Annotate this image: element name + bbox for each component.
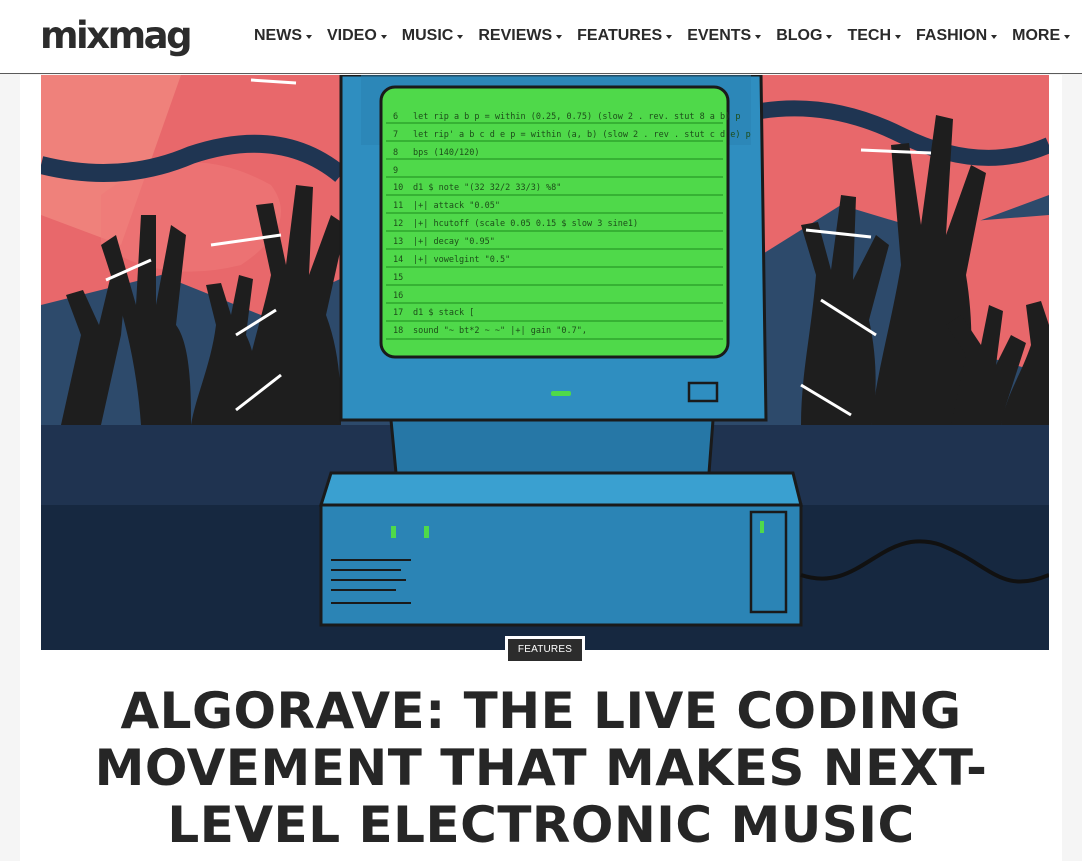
chevron-down-icon: [666, 34, 673, 39]
nav-item-blog[interactable]: BLOG: [776, 26, 833, 46]
screen-line-number: 6: [393, 112, 398, 122]
screen-code-line: let rip' a b c d e p = within (a, b) (sl…: [413, 130, 751, 140]
nav-item-label: BLOG: [776, 27, 823, 44]
nav-item-label: NEWS: [254, 27, 302, 44]
nav-item-tech[interactable]: TECH: [847, 26, 901, 46]
nav-item-more[interactable]: MORE: [1012, 26, 1071, 46]
site-header: mixmag NEWS VIDEO MUSIC REVIEWS FEATURES…: [0, 0, 1082, 74]
screen-line-number: 18: [393, 326, 403, 336]
screen-line-number: 15: [393, 273, 403, 283]
chevron-down-icon: [991, 34, 998, 39]
screen-line-number: 11: [393, 201, 403, 211]
nav-item-label: FASHION: [916, 27, 988, 44]
chevron-down-icon: [826, 34, 833, 39]
screen-code-line: |+| vowelgint "0.5": [413, 255, 510, 265]
category-badge[interactable]: FEATURES: [505, 636, 585, 664]
screen-line-number: 14: [393, 255, 403, 265]
screen-line-number: 12: [393, 219, 403, 229]
chevron-down-icon: [1064, 34, 1071, 39]
computer-illustration: 6 let rip a b p = within (0.25, 0.75) (s…: [41, 75, 1049, 650]
nav-item-features[interactable]: FEATURES: [577, 26, 673, 46]
nav-item-events[interactable]: EVENTS: [687, 26, 762, 46]
screen-line-number: 7: [393, 130, 398, 140]
hero-illustration[interactable]: 6 let rip a b p = within (0.25, 0.75) (s…: [41, 75, 1049, 650]
nav-item-label: FEATURES: [577, 27, 663, 44]
screen-code-line: d1 $ note "(32 32/2 33/3) %8": [413, 183, 561, 193]
screen-line-number: 8: [393, 148, 398, 158]
screen-code-line: bps (140/120): [413, 148, 480, 158]
chevron-down-icon: [895, 34, 901, 39]
main-nav: NEWS VIDEO MUSIC REVIEWS FEATURES EVENTS…: [254, 26, 1082, 46]
nav-item-label: VIDEO: [327, 27, 377, 44]
chevron-down-icon: [457, 34, 464, 39]
article-title: ALGORAVE: THE LIVE CODING MOVEMENT THAT …: [94, 682, 988, 854]
screen-code-line: sound "~ bt*2 ~ ~" |+| gain "0.7",: [413, 326, 587, 336]
screen-code-line: let rip a b p = within (0.25, 0.75) (slo…: [413, 112, 741, 122]
screen-line-number: 16: [393, 291, 403, 301]
chevron-down-icon: [755, 34, 762, 39]
screen-line-number: 10: [393, 183, 403, 193]
nav-item-news[interactable]: NEWS: [254, 26, 312, 46]
screen-code-line: |+| hcutoff (scale 0.05 0.15 $ slow 3 si…: [413, 219, 638, 229]
nav-item-music[interactable]: MUSIC: [402, 26, 464, 46]
screen-line-number: 17: [393, 308, 403, 318]
screen-code-line: d1 $ stack [: [413, 308, 474, 318]
chevron-down-icon: [306, 34, 312, 39]
chevron-down-icon: [380, 34, 387, 39]
nav-item-label: EVENTS: [687, 27, 752, 44]
screen-code-line: |+| decay "0.95": [413, 237, 495, 247]
nav-item-label: REVIEWS: [478, 27, 553, 44]
chevron-down-icon: [556, 34, 563, 39]
screen-line-number: 13: [393, 237, 403, 247]
nav-item-video[interactable]: VIDEO: [327, 26, 387, 46]
page-right-gutter: [1062, 75, 1082, 861]
screen-line-number: 9: [393, 166, 398, 176]
mixmag-logo[interactable]: mixmag: [40, 16, 193, 56]
screen-code-line: |+| attack "0.05": [413, 201, 500, 211]
nav-item-label: TECH: [847, 27, 891, 44]
nav-item-reviews[interactable]: REVIEWS: [478, 26, 563, 46]
nav-item-label: MORE: [1012, 27, 1061, 44]
nav-item-fashion[interactable]: FASHION: [916, 26, 998, 46]
nav-item-label: MUSIC: [401, 27, 454, 44]
category-label: FEATURES: [508, 639, 582, 661]
